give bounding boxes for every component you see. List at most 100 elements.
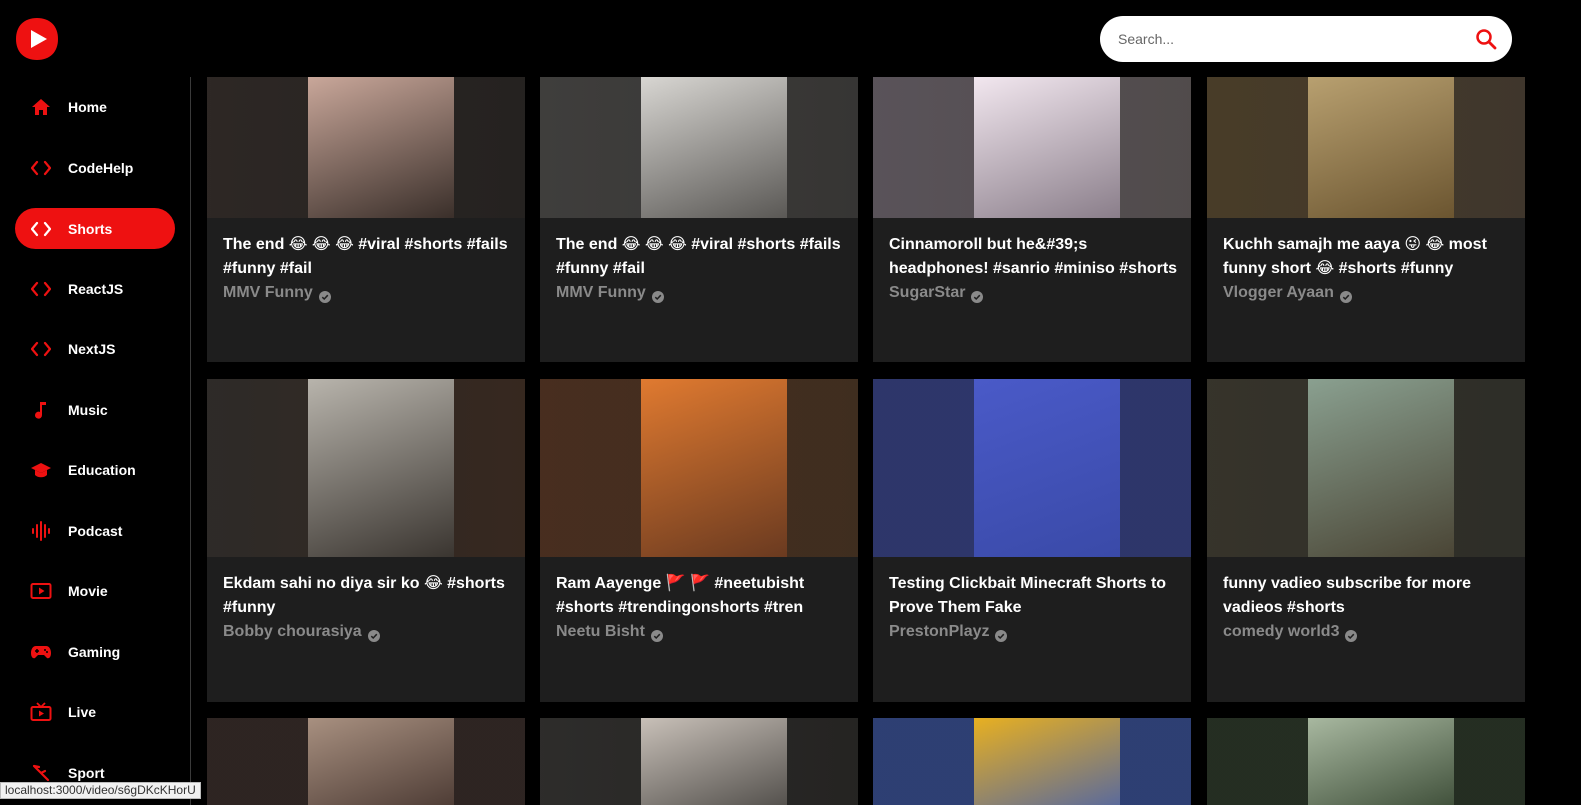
channel-name-text: MMV Funny <box>223 284 313 301</box>
video-title[interactable]: The end 😂 😂 😂 #viral #shorts #fails #fun… <box>556 233 846 281</box>
search-input[interactable] <box>1118 16 1458 62</box>
music-note-icon <box>30 399 52 421</box>
video-card[interactable]: Ekdam sahi no diya sir ko 😂 #shorts #fun… <box>207 379 525 702</box>
video-title[interactable]: The end 😂 😂 😂 #viral #shorts #fails #fun… <box>223 233 513 281</box>
channel-name[interactable]: Bobby chourasiya <box>223 620 513 644</box>
code-icon <box>30 157 52 179</box>
sidebar-item-nextjs[interactable]: NextJS <box>15 328 175 369</box>
thumbnail-frame <box>641 77 787 218</box>
sidebar-item-live[interactable]: Live <box>15 691 175 732</box>
sidebar-item-codehelp[interactable]: CodeHelp <box>15 147 175 188</box>
thumbnail-frame <box>641 718 787 805</box>
top-header <box>0 0 1581 77</box>
video-title[interactable]: Kuchh samajh me aaya 😜 😂 most funny shor… <box>1223 233 1513 281</box>
video-info: The end 😂 😂 😂 #viral #shorts #fails #fun… <box>223 233 513 305</box>
channel-name[interactable]: comedy world3 <box>1223 620 1513 644</box>
channel-name-text: SugarStar <box>889 284 966 301</box>
sidebar-item-home[interactable]: Home <box>15 86 175 127</box>
code-icon <box>30 338 52 360</box>
video-title[interactable]: Cinnamoroll but he&#39;s headphones! #sa… <box>889 233 1179 281</box>
video-thumbnail[interactable] <box>540 379 858 557</box>
video-thumbnail[interactable] <box>207 718 525 805</box>
verified-check-icon <box>1345 626 1358 642</box>
video-card[interactable]: Ram Aayenge 🚩 🚩 #neetubisht #shorts #tre… <box>540 379 858 702</box>
sidebar-item-label: ReactJS <box>68 280 124 297</box>
video-card[interactable]: Testing Clickbait Minecraft Shorts to Pr… <box>873 379 1191 702</box>
thumbnail-frame <box>1308 379 1454 557</box>
thumbnail-frame <box>641 379 787 557</box>
sidebar-item-movie[interactable]: Movie <box>15 570 175 611</box>
channel-name[interactable]: MMV Funny <box>223 281 513 305</box>
sidebar-item-label: Home <box>68 98 107 115</box>
sidebar-item-label: CodeHelp <box>68 159 134 176</box>
thumbnail-frame <box>1308 718 1454 805</box>
live-tv-icon <box>30 701 52 723</box>
thumbnail-frame <box>974 379 1120 557</box>
video-info: funny vadieo subscribe for more vadieos … <box>1223 572 1513 644</box>
video-thumbnail[interactable] <box>873 718 1191 805</box>
video-title[interactable]: Ram Aayenge 🚩 🚩 #neetubisht #shorts #tre… <box>556 572 846 620</box>
video-card[interactable]: Cinnamoroll but he&#39;s headphones! #sa… <box>873 77 1191 362</box>
sidebar-item-label: Shorts <box>68 220 113 237</box>
video-thumbnail[interactable] <box>873 379 1191 557</box>
sidebar-item-podcast[interactable]: Podcast <box>15 510 175 551</box>
video-info: Cinnamoroll but he&#39;s headphones! #sa… <box>889 233 1179 305</box>
sidebar-item-education[interactable]: Education <box>15 449 175 490</box>
video-card[interactable]: funny vadieo subscribe for more vadieos … <box>1207 379 1525 702</box>
video-card[interactable] <box>1207 718 1525 805</box>
channel-name-text: comedy world3 <box>1223 623 1340 640</box>
channel-name[interactable]: SugarStar <box>889 281 1179 305</box>
page-scrollbar[interactable] <box>1566 0 1581 805</box>
verified-check-icon <box>1339 287 1352 303</box>
verified-check-icon <box>650 626 663 642</box>
shorts-video-grid: The end 😂 😂 😂 #viral #shorts #fails #fun… <box>207 77 1525 805</box>
video-thumbnail[interactable] <box>540 718 858 805</box>
video-thumbnail[interactable] <box>1207 379 1525 557</box>
channel-name[interactable]: MMV Funny <box>556 281 846 305</box>
search-icon[interactable] <box>1474 27 1498 51</box>
video-card[interactable]: The end 😂 😂 😂 #viral #shorts #fails #fun… <box>207 77 525 362</box>
channel-name[interactable]: Vlogger Ayaan <box>1223 281 1513 305</box>
video-thumbnail[interactable] <box>873 77 1191 218</box>
sidebar-item-label: Movie <box>68 582 108 599</box>
video-card[interactable] <box>873 718 1191 805</box>
gamepad-icon <box>30 641 52 663</box>
video-title[interactable]: funny vadieo subscribe for more vadieos … <box>1223 572 1513 620</box>
channel-name-text: Neetu Bisht <box>556 623 645 640</box>
video-info: Testing Clickbait Minecraft Shorts to Pr… <box>889 572 1179 644</box>
video-thumbnail[interactable] <box>1207 718 1525 805</box>
verified-check-icon <box>971 287 984 303</box>
video-card[interactable] <box>207 718 525 805</box>
video-info: The end 😂 😂 😂 #viral #shorts #fails #fun… <box>556 233 846 305</box>
sidebar-item-reactjs[interactable]: ReactJS <box>15 268 175 309</box>
video-info: Ekdam sahi no diya sir ko 😂 #shorts #fun… <box>223 572 513 644</box>
video-info: Kuchh samajh me aaya 😜 😂 most funny shor… <box>1223 233 1513 305</box>
channel-name[interactable]: Neetu Bisht <box>556 620 846 644</box>
video-title[interactable]: Ekdam sahi no diya sir ko 😂 #shorts #fun… <box>223 572 513 620</box>
video-card[interactable] <box>540 718 858 805</box>
sidebar-item-shorts[interactable]: Shorts <box>15 208 175 249</box>
video-thumbnail[interactable] <box>1207 77 1525 218</box>
code-icon <box>30 278 52 300</box>
youtube-logo-icon[interactable] <box>14 16 60 62</box>
status-bar-url: localhost:3000/video/s6gDKcKHorU <box>0 782 201 799</box>
video-thumbnail[interactable] <box>540 77 858 218</box>
sidebar-item-label: Gaming <box>68 643 121 660</box>
sidebar-item-music[interactable]: Music <box>15 389 175 430</box>
channel-name-text: PrestonPlayz <box>889 623 990 640</box>
video-thumbnail[interactable] <box>207 77 525 218</box>
channel-name[interactable]: PrestonPlayz <box>889 620 1179 644</box>
video-card[interactable]: The end 😂 😂 😂 #viral #shorts #fails #fun… <box>540 77 858 362</box>
thumbnail-frame <box>974 77 1120 218</box>
code-icon <box>30 218 52 240</box>
video-thumbnail[interactable] <box>207 379 525 557</box>
verified-check-icon <box>318 287 331 303</box>
thumbnail-frame <box>308 379 454 557</box>
video-title[interactable]: Testing Clickbait Minecraft Shorts to Pr… <box>889 572 1179 620</box>
video-card[interactable]: Kuchh samajh me aaya 😜 😂 most funny shor… <box>1207 77 1525 362</box>
thumbnail-frame <box>308 77 454 218</box>
thumbnail-frame <box>308 718 454 805</box>
channel-name-text: Bobby chourasiya <box>223 623 362 640</box>
video-info: Ram Aayenge 🚩 🚩 #neetubisht #shorts #tre… <box>556 572 846 644</box>
sidebar-item-gaming[interactable]: Gaming <box>15 631 175 672</box>
